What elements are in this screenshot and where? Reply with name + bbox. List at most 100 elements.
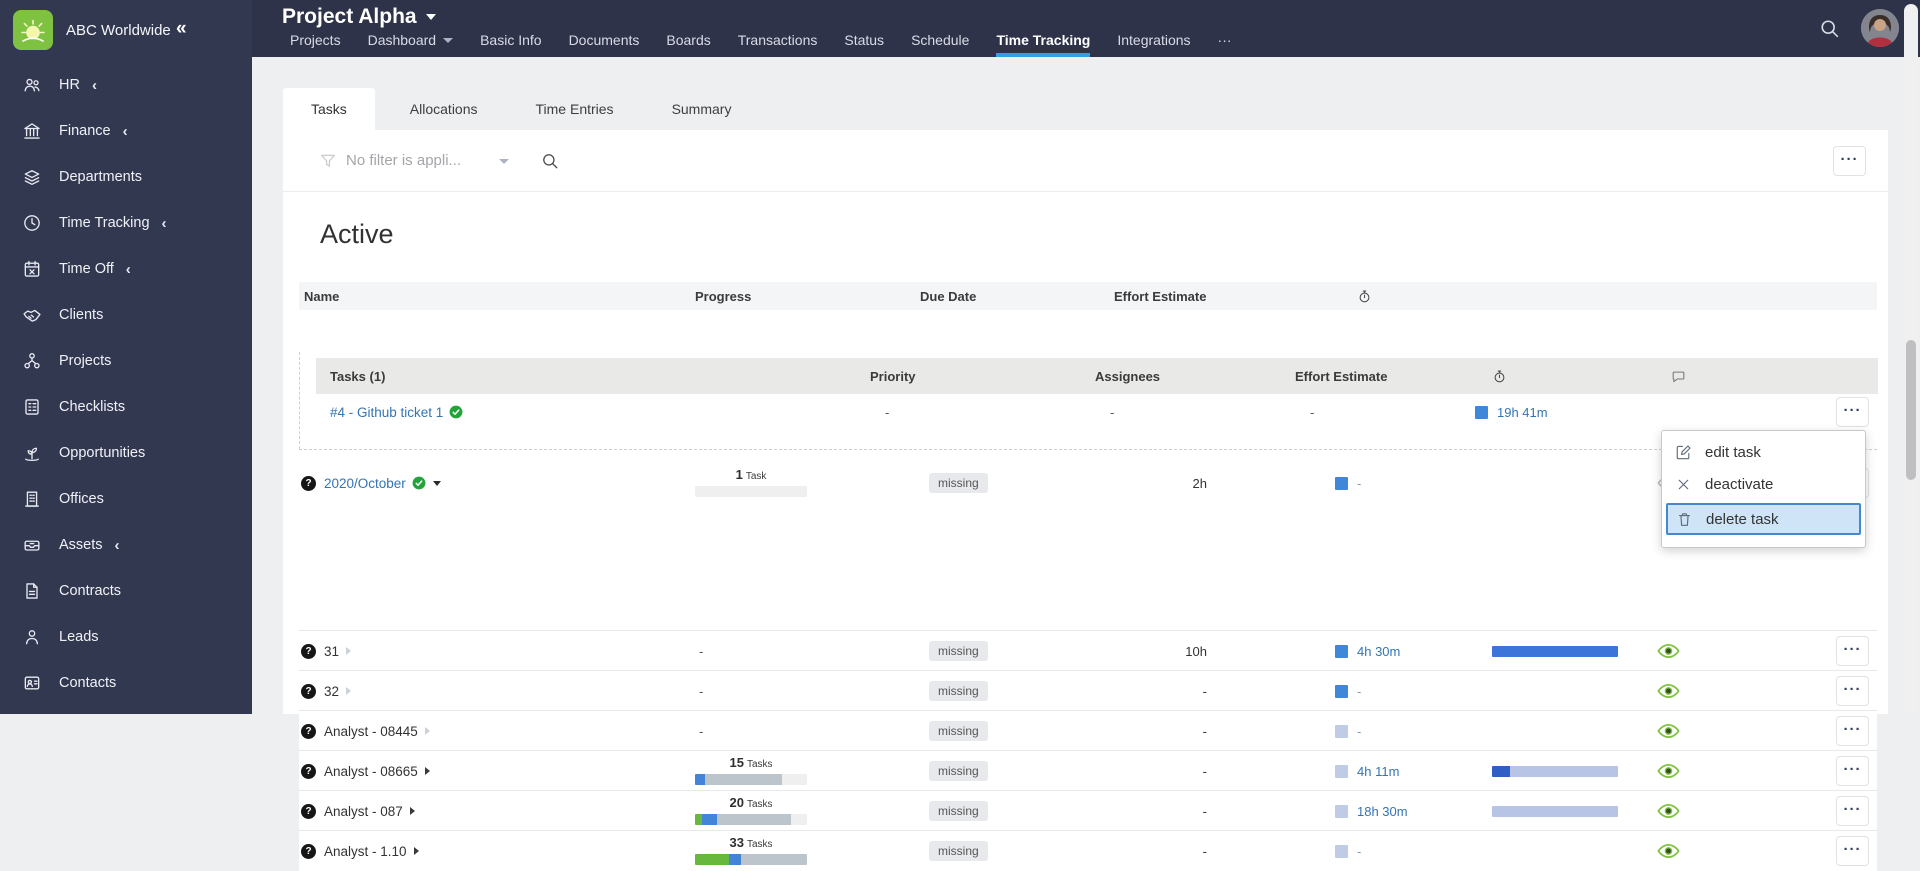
sidebar-collapse-icon[interactable]: « (176, 18, 187, 40)
project-nav-projects[interactable]: Projects (290, 32, 341, 57)
row-more-button[interactable]: ··· (1836, 836, 1869, 866)
project-nav-documents[interactable]: Documents (569, 32, 640, 57)
timer-square-icon[interactable] (1335, 476, 1348, 490)
tracked-time-link[interactable]: 18h 30m (1357, 804, 1408, 819)
question-badge-icon: ? (301, 723, 316, 739)
row-name-link[interactable]: 2020/October (324, 476, 406, 491)
row-expand-caret[interactable] (346, 647, 352, 655)
timer-square-icon[interactable] (1335, 644, 1348, 658)
row-more-button[interactable]: ··· (1836, 716, 1869, 746)
company-logo-sunrise-icon[interactable] (13, 10, 53, 50)
sidebar-item-departments[interactable]: Departments (0, 160, 252, 194)
timer-square-icon[interactable] (1335, 724, 1348, 738)
project-nav-integrations[interactable]: Integrations (1117, 32, 1190, 57)
menu-item-deactivate[interactable]: deactivate (1662, 468, 1865, 500)
subcolumn-header-priority[interactable]: Priority (870, 358, 916, 394)
eye-icon[interactable] (1657, 683, 1680, 699)
tracked-time-link[interactable]: - (1357, 684, 1361, 699)
progress-count: 20 Tasks (729, 795, 773, 810)
nav-label: Boards (666, 32, 711, 48)
sidebar-item-clients[interactable]: Clients (0, 298, 252, 332)
filter-more-button[interactable]: ··· (1833, 146, 1866, 176)
tab-summary[interactable]: Summary (649, 88, 755, 130)
sidebar-item-opportunities[interactable]: Opportunities (0, 436, 252, 470)
scrollbar-thumb[interactable] (1906, 340, 1916, 480)
tracked-time-link[interactable]: - (1357, 844, 1361, 859)
project-nav-transactions[interactable]: Transactions (738, 32, 818, 57)
tracked-time-link[interactable]: - (1357, 724, 1361, 739)
eye-icon[interactable] (1657, 843, 1680, 859)
sidebar-item-leads[interactable]: Leads (0, 620, 252, 654)
column-header-effort[interactable]: Effort Estimate (1114, 282, 1206, 310)
user-avatar[interactable] (1861, 9, 1899, 47)
sidebar-item-contacts[interactable]: Contacts (0, 666, 252, 700)
project-nav-time-tracking[interactable]: Time Tracking (996, 32, 1091, 57)
sidebar-item-checklists[interactable]: Checklists (0, 390, 252, 424)
tracked-time-link[interactable]: - (1357, 476, 1361, 491)
row-more-button[interactable]: ··· (1836, 676, 1869, 706)
project-nav-schedule[interactable]: Schedule (911, 32, 969, 57)
project-nav-[interactable]: ··· (1218, 32, 1232, 57)
sidebar-item-label: Time Off (59, 261, 114, 277)
row-expand-caret[interactable] (424, 767, 430, 775)
project-nav-basic-info[interactable]: Basic Info (480, 32, 541, 57)
row-expand-caret[interactable] (432, 480, 441, 486)
menu-item-delete-task[interactable]: delete task (1666, 503, 1861, 535)
column-header-progress[interactable]: Progress (695, 282, 751, 310)
sidebar-item-hr[interactable]: HR ‹ (0, 68, 252, 102)
eye-icon[interactable] (1657, 643, 1680, 659)
sidebar-item-projects[interactable]: Projects (0, 344, 252, 378)
subtask-link[interactable]: #4 - Github ticket 1 (330, 405, 443, 420)
menu-item-edit-task[interactable]: edit task (1662, 436, 1865, 468)
sidebar-item-label: Assets (59, 537, 103, 553)
row-visibility-cell (1657, 791, 1680, 831)
project-title-dropdown[interactable]: Project Alpha (282, 5, 436, 29)
tab-tasks[interactable]: Tasks (283, 88, 375, 130)
sidebar-item-contracts[interactable]: Contracts (0, 574, 252, 608)
sidebar-item-time-off[interactable]: Time Off ‹ (0, 252, 252, 286)
subcolumn-header-effort[interactable]: Effort Estimate (1295, 358, 1387, 394)
eye-icon[interactable] (1657, 803, 1680, 819)
eye-icon[interactable] (1657, 723, 1680, 739)
tracked-time-link[interactable]: 4h 30m (1357, 644, 1400, 659)
tracked-time-link[interactable]: 4h 11m (1357, 764, 1399, 779)
row-more-button[interactable]: ··· (1836, 636, 1869, 666)
row-expand-caret[interactable] (346, 687, 352, 695)
timer-square-icon[interactable] (1475, 405, 1488, 419)
sidebar-item-time-tracking[interactable]: Time Tracking ‹ (0, 206, 252, 240)
timer-square-icon[interactable] (1335, 844, 1348, 858)
filter-dropdown[interactable]: No filter is appli... (346, 152, 461, 169)
subtask-assignees-cell: - (1110, 404, 1115, 420)
column-header-name[interactable]: Name (304, 282, 339, 310)
subcolumn-header-assignees[interactable]: Assignees (1095, 358, 1160, 394)
project-nav-status[interactable]: Status (844, 32, 884, 57)
scrollbar-track[interactable] (1904, 4, 1918, 714)
caret-down-icon (425, 14, 436, 20)
sidebar-item-assets[interactable]: Assets ‹ (0, 528, 252, 562)
subtable-header-row: Tasks (1) Priority Assignees Effort Esti… (316, 358, 1878, 394)
eye-icon[interactable] (1657, 763, 1680, 779)
row-progress-cell: 20 Tasks (695, 791, 807, 831)
tab-allocations[interactable]: Allocations (387, 88, 501, 130)
tracked-time-link[interactable]: 19h 41m (1497, 405, 1548, 420)
timer-square-icon[interactable] (1335, 684, 1348, 698)
sidebar-item-finance[interactable]: Finance ‹ (0, 114, 252, 148)
tab-time-entries[interactable]: Time Entries (513, 88, 637, 130)
row-progress-cell: 15 Tasks (695, 751, 807, 791)
project-nav-dashboard[interactable]: Dashboard (368, 32, 454, 57)
row-more-button[interactable]: ··· (1836, 756, 1869, 786)
timer-square-icon[interactable] (1335, 804, 1348, 818)
row-expand-caret[interactable] (424, 727, 430, 735)
x-icon (1675, 476, 1692, 493)
row-more-button[interactable]: ··· (1836, 796, 1869, 826)
row-expand-caret[interactable] (413, 847, 419, 855)
row-expand-caret[interactable] (409, 807, 415, 815)
column-header-due[interactable]: Due Date (920, 282, 976, 310)
subtask-more-button[interactable]: ··· (1836, 397, 1869, 427)
caret-down-icon[interactable] (499, 159, 509, 164)
filter-search-icon[interactable] (541, 152, 559, 170)
sidebar-item-offices[interactable]: Offices (0, 482, 252, 516)
project-nav-boards[interactable]: Boards (666, 32, 710, 57)
timer-square-icon[interactable] (1335, 764, 1348, 778)
search-icon[interactable] (1819, 18, 1840, 39)
